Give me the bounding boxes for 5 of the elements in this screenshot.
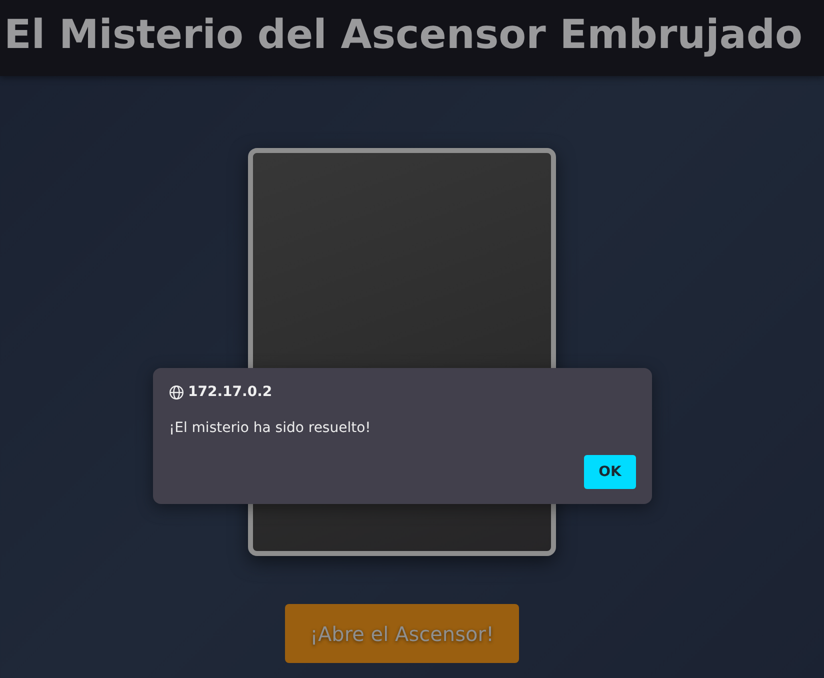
globe-icon xyxy=(169,384,184,400)
dialog-message: ¡El misterio ha sido resuelto! xyxy=(169,420,372,436)
dialog-origin: 172.17.0.2 xyxy=(188,384,272,400)
ok-button[interactable]: OK xyxy=(584,455,636,489)
page-title: El Misterio del Ascensor Embrujado xyxy=(3,11,804,58)
